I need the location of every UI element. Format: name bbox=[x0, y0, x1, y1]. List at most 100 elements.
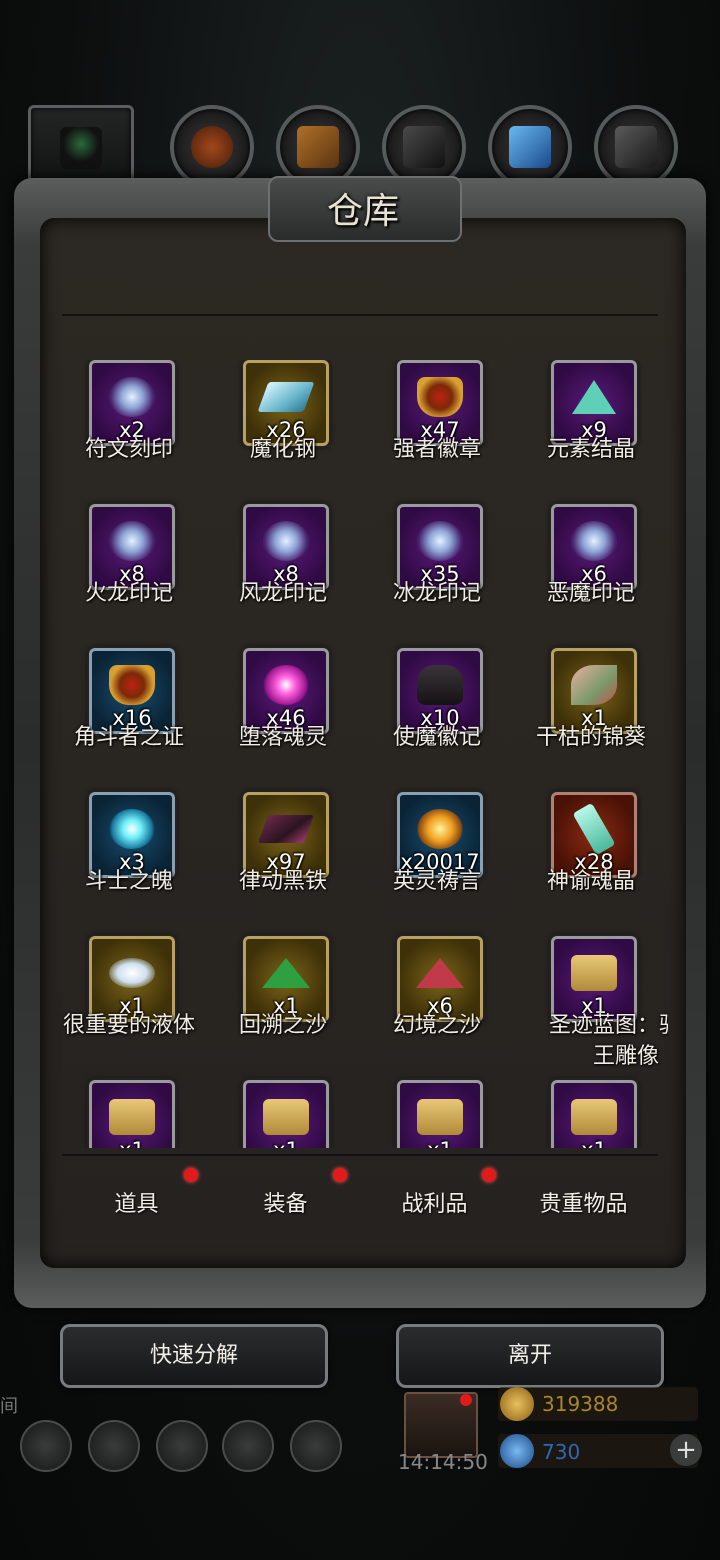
divider-bottom bbox=[62, 1154, 658, 1156]
notification-dot bbox=[482, 1168, 496, 1182]
settings-icon[interactable] bbox=[20, 1420, 72, 1472]
tab-label: 贵重物品 bbox=[539, 1192, 628, 1217]
item-slot[interactable]: x26 魔化钢 bbox=[206, 360, 360, 504]
tab-category-2[interactable]: 战利品 bbox=[360, 1160, 509, 1246]
iron-icon bbox=[403, 126, 445, 168]
item-grid[interactable]: x2 符文刻印 x26 魔化钢 x47 强者徽章 x9 元素结晶 x8 火龙印记 x8 风龙印记 x35… bbox=[52, 360, 668, 1148]
item-slot[interactable]: x1 回溯之沙 bbox=[206, 936, 360, 1080]
dark-icon bbox=[417, 664, 463, 705]
item-name: 符文刻印 bbox=[84, 437, 173, 462]
item-slot[interactable]: x1 bbox=[52, 1080, 206, 1148]
sandg-icon bbox=[262, 957, 310, 988]
tab-category-3[interactable]: 贵重物品 bbox=[509, 1160, 658, 1246]
item-slot[interactable]: x10 使魔徽记 bbox=[360, 648, 514, 792]
item-slot[interactable]: x1 干枯的锦葵 bbox=[514, 648, 668, 792]
item-slot[interactable]: x1 bbox=[360, 1080, 514, 1148]
guild-icon[interactable] bbox=[156, 1420, 208, 1472]
darkbar-icon bbox=[257, 814, 315, 843]
crystal-icon bbox=[509, 126, 551, 168]
achievement-icon[interactable] bbox=[88, 1420, 140, 1472]
item-frame[interactable]: x1 bbox=[243, 1080, 329, 1148]
item-slot[interactable]: x2 符文刻印 bbox=[52, 360, 206, 504]
item-slot[interactable]: x28 神谕魂晶 bbox=[514, 792, 668, 936]
item-slot[interactable]: x1 很重要的液体 bbox=[52, 936, 206, 1080]
item-slot[interactable]: x20017 英灵祷言 bbox=[360, 792, 514, 936]
item-slot[interactable]: x16 角斗者之证 bbox=[52, 648, 206, 792]
tab-crystal[interactable] bbox=[488, 105, 572, 189]
item-count: x1 bbox=[554, 1138, 634, 1148]
item-name: 强者徽章 bbox=[392, 437, 481, 462]
item-name: 圣迹蓝图：骑士王雕像 bbox=[548, 1013, 668, 1069]
top-category-tabs bbox=[28, 105, 708, 191]
item-slot[interactable]: x9 元素结晶 bbox=[514, 360, 668, 504]
item-slot[interactable]: x8 风龙印记 bbox=[206, 504, 360, 648]
item-slot[interactable]: x8 火龙印记 bbox=[52, 504, 206, 648]
item-name: 神谕魂晶 bbox=[546, 869, 635, 894]
gem-icon bbox=[500, 1434, 534, 1468]
item-name: 魔化钢 bbox=[249, 437, 316, 462]
scroll-icon bbox=[417, 1098, 463, 1135]
item-slot[interactable]: x3 斗士之魄 bbox=[52, 792, 206, 936]
item-slot[interactable]: x1圣迹蓝图：骑士王雕像 bbox=[514, 936, 668, 1080]
item-slot[interactable]: x6 幻境之沙 bbox=[360, 936, 514, 1080]
item-frame[interactable]: x1 bbox=[551, 1080, 637, 1148]
item-name: 恶魔印记 bbox=[546, 581, 635, 606]
gift-notification-badge bbox=[460, 1394, 472, 1406]
item-name: 斗士之魄 bbox=[84, 869, 173, 894]
tab-label: 战利品 bbox=[401, 1192, 468, 1217]
tab-category-1[interactable]: 装备 bbox=[211, 1160, 360, 1246]
tab-label: 装备 bbox=[263, 1192, 308, 1217]
pinkorb-icon bbox=[263, 664, 309, 705]
crystal-icon bbox=[572, 802, 616, 855]
item-slot[interactable]: x35 冰龙印记 bbox=[360, 504, 514, 648]
item-slot[interactable]: x1 bbox=[514, 1080, 668, 1148]
cloud-icon bbox=[109, 957, 155, 988]
item-name: 元素结晶 bbox=[546, 437, 635, 462]
item-name: 冰龙印记 bbox=[392, 581, 481, 606]
gem-amount: 730 bbox=[542, 1440, 581, 1464]
page-title: 仓库 bbox=[326, 191, 399, 232]
quick-decompose-button[interactable]: 快速分解 bbox=[60, 1324, 328, 1388]
swirl-icon bbox=[263, 520, 309, 561]
item-name: 火龙印记 bbox=[84, 581, 173, 606]
item-slot[interactable]: x97 律动黑铁 bbox=[206, 792, 360, 936]
tab-leather[interactable] bbox=[170, 105, 254, 189]
notification-dot bbox=[333, 1168, 347, 1182]
gold-coin-icon bbox=[500, 1387, 534, 1421]
countdown-timer: 14:14:50 bbox=[398, 1450, 488, 1474]
scroll-icon bbox=[263, 1098, 309, 1135]
wood-icon bbox=[297, 126, 339, 168]
category-tabs: 道具 装备 战利品 贵重物品 bbox=[62, 1160, 658, 1246]
item-name: 堕落魂灵 bbox=[238, 725, 327, 750]
scroll-icon bbox=[571, 1098, 617, 1135]
ingot-icon bbox=[257, 381, 315, 412]
shop-icon[interactable] bbox=[290, 1420, 342, 1472]
leaf-icon bbox=[571, 664, 617, 705]
add-gems-button[interactable]: + bbox=[670, 1434, 702, 1466]
tab-steel[interactable] bbox=[594, 105, 678, 189]
item-frame[interactable]: x1 bbox=[397, 1080, 483, 1148]
item-count: x1 bbox=[92, 1138, 172, 1148]
scroll-icon bbox=[571, 954, 617, 991]
swirl-icon bbox=[417, 520, 463, 561]
item-frame[interactable]: x1 bbox=[89, 1080, 175, 1148]
tab-category-0[interactable]: 道具 bbox=[62, 1160, 211, 1246]
item-count: x1 bbox=[400, 1138, 480, 1148]
item-name: 英灵祷言 bbox=[392, 869, 481, 894]
mail-icon[interactable] bbox=[222, 1420, 274, 1472]
side-text: 间 bbox=[0, 1396, 18, 1417]
sun-icon bbox=[417, 808, 463, 849]
item-slot[interactable]: x1 bbox=[206, 1080, 360, 1148]
item-name: 幻境之沙 bbox=[392, 1013, 481, 1038]
leave-button[interactable]: 离开 bbox=[396, 1324, 664, 1388]
item-slot[interactable]: x6 恶魔印记 bbox=[514, 504, 668, 648]
swirl-icon bbox=[109, 520, 155, 561]
swirl-icon bbox=[571, 520, 617, 561]
item-slot[interactable]: x46 堕落魂灵 bbox=[206, 648, 360, 792]
blueorb-icon bbox=[109, 808, 155, 849]
scroll-icon bbox=[109, 1098, 155, 1135]
item-slot[interactable]: x47 强者徽章 bbox=[360, 360, 514, 504]
item-name: 回溯之沙 bbox=[238, 1013, 327, 1038]
item-name: 风龙印记 bbox=[238, 581, 327, 606]
notification-dot bbox=[184, 1168, 198, 1182]
